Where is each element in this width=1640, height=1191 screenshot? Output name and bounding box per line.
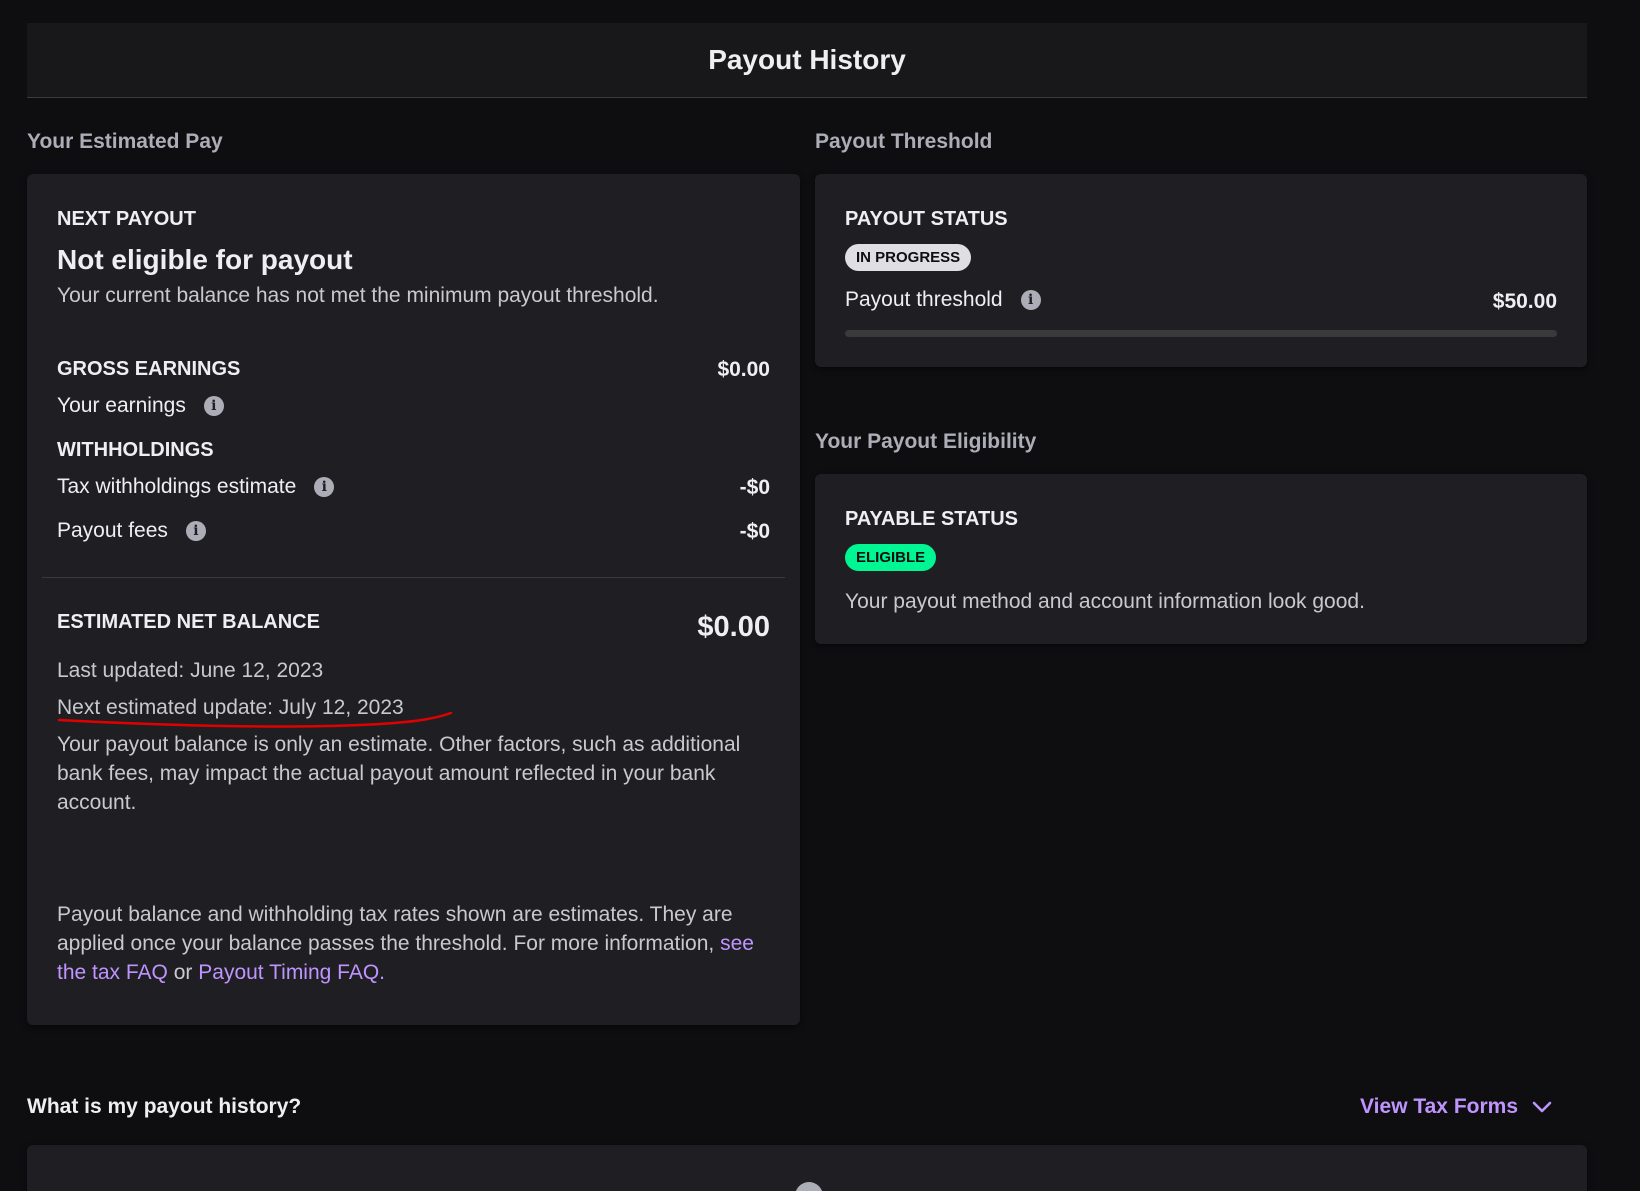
payout-threshold-progress-bar <box>845 330 1557 337</box>
loading-icon <box>795 1182 823 1191</box>
page-header: Payout History <box>27 23 1587 98</box>
last-updated-text: Last updated: June 12, 2023 <box>57 659 324 682</box>
payout-threshold-label: Payout threshold <box>845 288 1003 311</box>
footer-note: Payout balance and withholding tax rates… <box>57 900 757 987</box>
info-icon[interactable]: i <box>203 396 224 416</box>
next-payout-label: NEXT PAYOUT <box>57 208 196 230</box>
payout-history-title: What is my payout history? <box>27 1095 302 1118</box>
payout-timing-faq-link[interactable]: Payout Timing FAQ. <box>198 961 385 984</box>
view-tax-forms-label: View Tax Forms <box>1360 1095 1518 1118</box>
next-payout-status: Not eligible for payout <box>57 244 353 275</box>
page-title: Payout History <box>708 44 906 75</box>
info-icon[interactable]: i <box>314 477 335 497</box>
tax-withholdings-label: Tax withholdings estimate <box>57 475 297 498</box>
estimated-pay-section-title: Your Estimated Pay <box>27 130 223 153</box>
info-icon[interactable]: i <box>1020 290 1041 310</box>
your-earnings-row: Your earnings i <box>57 394 224 418</box>
footer-text: Payout balance and withholding tax rates… <box>57 903 733 955</box>
estimated-net-balance-value: $0.00 <box>697 611 770 643</box>
estimated-net-balance-label: ESTIMATED NET BALANCE <box>57 611 320 633</box>
your-earnings-label: Your earnings <box>57 394 186 417</box>
withholdings-label: WITHHOLDINGS <box>57 439 214 461</box>
tax-withholdings-value: -$0 <box>739 476 770 499</box>
payout-fees-value: -$0 <box>739 520 770 543</box>
info-icon[interactable]: i <box>185 521 206 541</box>
payout-fees-label: Payout fees <box>57 519 168 542</box>
eligibility-description: Your payout method and account informati… <box>845 590 1365 613</box>
next-payout-description: Your current balance has not met the min… <box>57 284 659 307</box>
footer-or: or <box>173 961 193 984</box>
estimated-pay-card: NEXT PAYOUT Not eligible for payout Your… <box>27 174 800 1025</box>
estimate-note: Your payout balance is only an estimate.… <box>57 733 741 814</box>
payout-threshold-section-title: Payout Threshold <box>815 130 993 153</box>
chevron-down-icon <box>1532 1101 1552 1113</box>
payout-status-label: PAYOUT STATUS <box>845 208 1008 230</box>
payout-eligibility-card: PAYABLE STATUS ELIGIBLE Your payout meth… <box>815 474 1587 644</box>
payout-threshold-card: PAYOUT STATUS IN PROGRESS Payout thresho… <box>815 174 1587 367</box>
divider <box>42 577 785 578</box>
gross-earnings-label: GROSS EARNINGS <box>57 358 241 380</box>
gross-earnings-value: $0.00 <box>717 358 770 381</box>
payout-fees-row: Payout fees i <box>57 519 206 543</box>
payout-threshold-value: $50.00 <box>1492 290 1557 313</box>
payout-eligibility-section-title: Your Payout Eligibility <box>815 430 1037 453</box>
eligible-badge: ELIGIBLE <box>845 544 937 571</box>
payout-threshold-row: Payout threshold i <box>845 288 1041 312</box>
in-progress-badge: IN PROGRESS <box>845 244 972 271</box>
tax-withholdings-row: Tax withholdings estimate i <box>57 475 335 499</box>
view-tax-forms-button[interactable]: View Tax Forms <box>1360 1095 1552 1119</box>
red-underline-annotation <box>57 712 453 728</box>
payable-status-label: PAYABLE STATUS <box>845 508 1018 530</box>
payout-history-card <box>27 1145 1587 1191</box>
